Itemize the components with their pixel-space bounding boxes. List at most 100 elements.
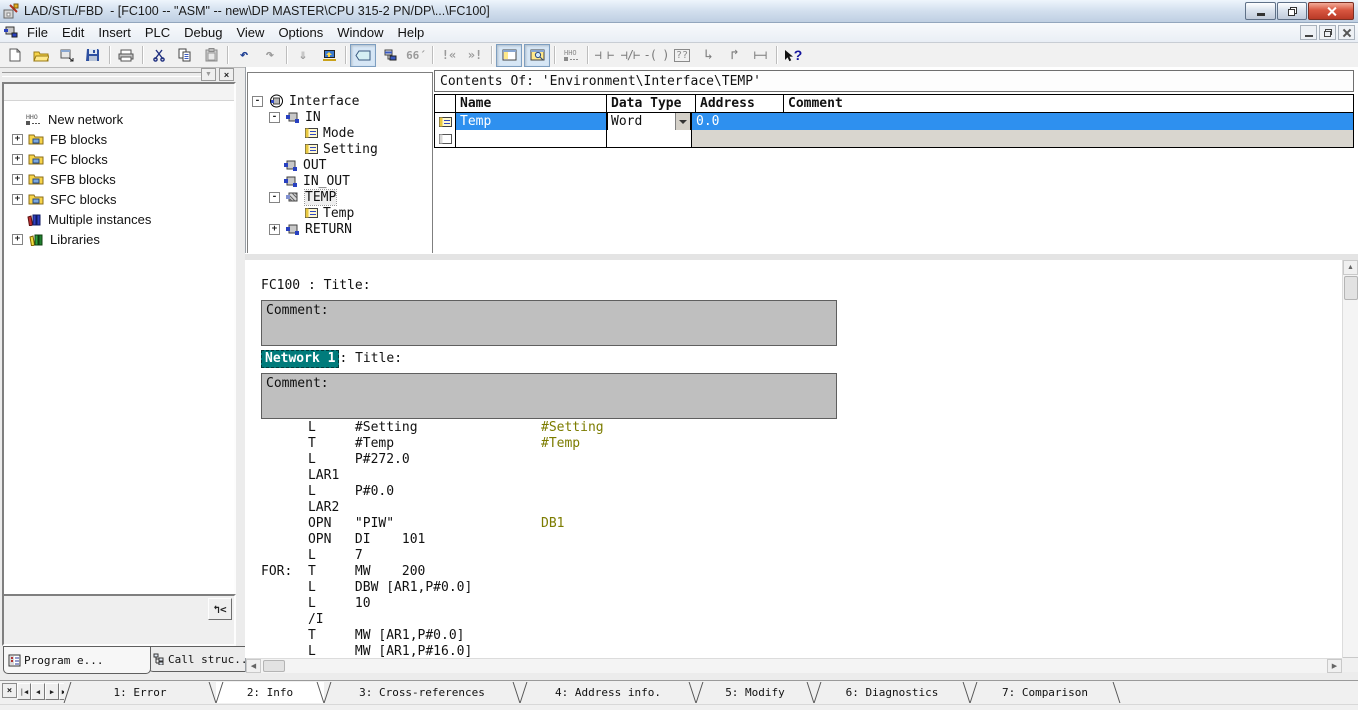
network-comment-box[interactable]: Comment: bbox=[261, 373, 837, 419]
tab-modify[interactable]: 5: Modify bbox=[696, 682, 814, 703]
horizontal-scroll-thumb[interactable] bbox=[263, 660, 285, 672]
expander-icon[interactable]: + bbox=[12, 194, 23, 205]
sidebar-item-multiple-instances[interactable]: Multiple instances bbox=[4, 209, 234, 229]
mdi-child-icon[interactable] bbox=[4, 25, 20, 41]
code-line[interactable]: L P#272.0 bbox=[245, 452, 1342, 468]
menu-options[interactable]: Options bbox=[271, 24, 330, 41]
horizontal-scrollbar[interactable]: ◀ ▶ bbox=[246, 658, 1342, 673]
code-line[interactable]: L P#0.0 bbox=[245, 484, 1342, 500]
coil-button[interactable]: -( ) bbox=[644, 45, 668, 66]
sidebar-item-libraries[interactable]: + Libraries bbox=[4, 229, 234, 249]
table-row-empty[interactable] bbox=[435, 130, 1353, 147]
download-station-button[interactable] bbox=[55, 45, 79, 66]
iface-item-in-out[interactable]: IN_OUT bbox=[248, 173, 432, 189]
next-tab-icon[interactable]: ▶ bbox=[45, 683, 59, 700]
code-line[interactable]: T MW [AR1,P#0.0] bbox=[245, 628, 1342, 644]
code-line[interactable]: LAR1 bbox=[245, 468, 1342, 484]
tab-info[interactable]: 2: Info bbox=[216, 682, 324, 703]
network-badge[interactable]: Network 1 bbox=[261, 350, 339, 368]
close-branch-button[interactable]: ↱ bbox=[722, 45, 746, 66]
empty-box-button[interactable]: ?? bbox=[670, 45, 694, 66]
code-line[interactable]: T #Temp#Temp bbox=[245, 436, 1342, 452]
vertical-scrollbar[interactable]: ▲ ▼ bbox=[1342, 260, 1358, 672]
connection-button[interactable] bbox=[378, 45, 402, 66]
code-line[interactable]: LAR2 bbox=[245, 500, 1342, 516]
code-line[interactable]: L 7 bbox=[245, 548, 1342, 564]
tab-error[interactable]: 1: Error bbox=[64, 682, 216, 703]
sidebar-item-fb-blocks[interactable]: + FB blocks bbox=[4, 129, 234, 149]
monitor-glasses-button[interactable]: 66´ bbox=[404, 45, 428, 66]
redo-button[interactable]: ↷ bbox=[258, 45, 282, 66]
prev-error-button[interactable]: !« bbox=[437, 45, 461, 66]
overview-close-button[interactable]: × bbox=[219, 68, 234, 81]
next-error-button[interactable]: »! bbox=[463, 45, 487, 66]
expander-icon[interactable]: + bbox=[269, 224, 280, 235]
overview-dropdown-button[interactable]: ▼ bbox=[201, 68, 216, 81]
undo-button[interactable]: ↶ bbox=[232, 45, 256, 66]
tab-address-info[interactable]: 4: Address info. bbox=[520, 682, 696, 703]
scroll-up-icon[interactable]: ▲ bbox=[1343, 260, 1358, 275]
tab-diagnostics[interactable]: 6: Diagnostics bbox=[814, 682, 970, 703]
sidebar-item-sfb-blocks[interactable]: + SFB blocks bbox=[4, 169, 234, 189]
sidebar-item-fc-blocks[interactable]: + FC blocks bbox=[4, 149, 234, 169]
cell-name[interactable]: Temp bbox=[456, 113, 607, 130]
expander-icon[interactable]: - bbox=[252, 96, 263, 107]
copy-button[interactable] bbox=[173, 45, 197, 66]
iface-item-in[interactable]: - IN bbox=[248, 109, 432, 125]
new-button[interactable] bbox=[3, 45, 27, 66]
menu-plc[interactable]: PLC bbox=[138, 24, 177, 41]
expander-icon[interactable]: - bbox=[269, 112, 280, 123]
iface-item-out[interactable]: OUT bbox=[248, 157, 432, 173]
expander-icon[interactable]: + bbox=[12, 234, 23, 245]
iface-item-temp[interactable]: - TEMP bbox=[248, 189, 432, 205]
help-select-button[interactable]: ? bbox=[781, 45, 805, 66]
open-branch-button[interactable]: ↳ bbox=[696, 45, 720, 66]
sidebar-item-sfc-blocks[interactable]: + SFC blocks bbox=[4, 189, 234, 209]
block-comment-box[interactable]: Comment: bbox=[261, 300, 837, 346]
gripper[interactable] bbox=[2, 72, 210, 77]
iface-item-interface[interactable]: - Interface bbox=[248, 93, 432, 109]
accessible-nodes-button[interactable] bbox=[317, 45, 341, 66]
mdi-close-button[interactable] bbox=[1338, 25, 1355, 40]
stl-code-editor[interactable]: FC100 : Title: Comment: Network 1 : Titl… bbox=[245, 260, 1342, 658]
code-line[interactable]: L #Setting#Setting bbox=[245, 420, 1342, 436]
download-button[interactable]: ⇓ bbox=[291, 45, 315, 66]
save-button[interactable] bbox=[81, 45, 105, 66]
jump-back-button[interactable]: ↰< bbox=[208, 598, 232, 620]
code-line[interactable]: OPN "PIW"DB1 bbox=[245, 516, 1342, 532]
new-network-button[interactable]: HHO bbox=[559, 45, 583, 66]
iface-item-temp-var[interactable]: Temp bbox=[248, 205, 432, 221]
tab-comparison[interactable]: 7: Comparison bbox=[970, 682, 1120, 703]
cell-address[interactable]: 0.0 bbox=[692, 113, 779, 130]
code-line[interactable]: /I bbox=[245, 612, 1342, 628]
code-line[interactable]: L 10 bbox=[245, 596, 1342, 612]
tab-program-elements[interactable]: Program e... bbox=[3, 646, 151, 674]
code-line[interactable]: L MW [AR1,P#16.0] bbox=[245, 644, 1342, 658]
mdi-restore-button[interactable] bbox=[1319, 25, 1336, 40]
code-line[interactable]: OPN DI 101 bbox=[245, 532, 1342, 548]
print-button[interactable] bbox=[114, 45, 138, 66]
declaration-view-button[interactable] bbox=[496, 44, 522, 67]
message-bar-close-button[interactable]: × bbox=[2, 683, 17, 698]
table-row[interactable]: Temp Word 0.0 bbox=[435, 113, 1353, 130]
detail-view-button[interactable] bbox=[524, 44, 550, 67]
data-type-combobox[interactable]: Word bbox=[607, 113, 691, 130]
expander-icon[interactable]: + bbox=[12, 154, 23, 165]
mdi-minimize-button[interactable] bbox=[1300, 25, 1317, 40]
overview-toggle-button[interactable] bbox=[350, 44, 376, 67]
sidebar-item-new-network[interactable]: HHO New network bbox=[4, 109, 234, 129]
menu-debug[interactable]: Debug bbox=[177, 24, 229, 41]
menu-edit[interactable]: Edit bbox=[55, 24, 91, 41]
scroll-right-icon[interactable]: ▶ bbox=[1327, 659, 1342, 673]
minimize-button[interactable] bbox=[1245, 2, 1276, 20]
iface-item-return[interactable]: + RETURN bbox=[248, 221, 432, 237]
scroll-left-icon[interactable]: ◀ bbox=[246, 659, 261, 673]
iface-item-setting[interactable]: Setting bbox=[248, 141, 432, 157]
iface-item-mode[interactable]: Mode bbox=[248, 125, 432, 141]
tab-cross-references[interactable]: 3: Cross-references bbox=[324, 682, 520, 703]
code-line[interactable]: L DBW [AR1,P#0.0] bbox=[245, 580, 1342, 596]
expander-icon[interactable]: + bbox=[12, 134, 23, 145]
menu-help[interactable]: Help bbox=[391, 24, 432, 41]
close-button[interactable] bbox=[1308, 2, 1354, 20]
cell-comment[interactable] bbox=[779, 113, 1353, 130]
